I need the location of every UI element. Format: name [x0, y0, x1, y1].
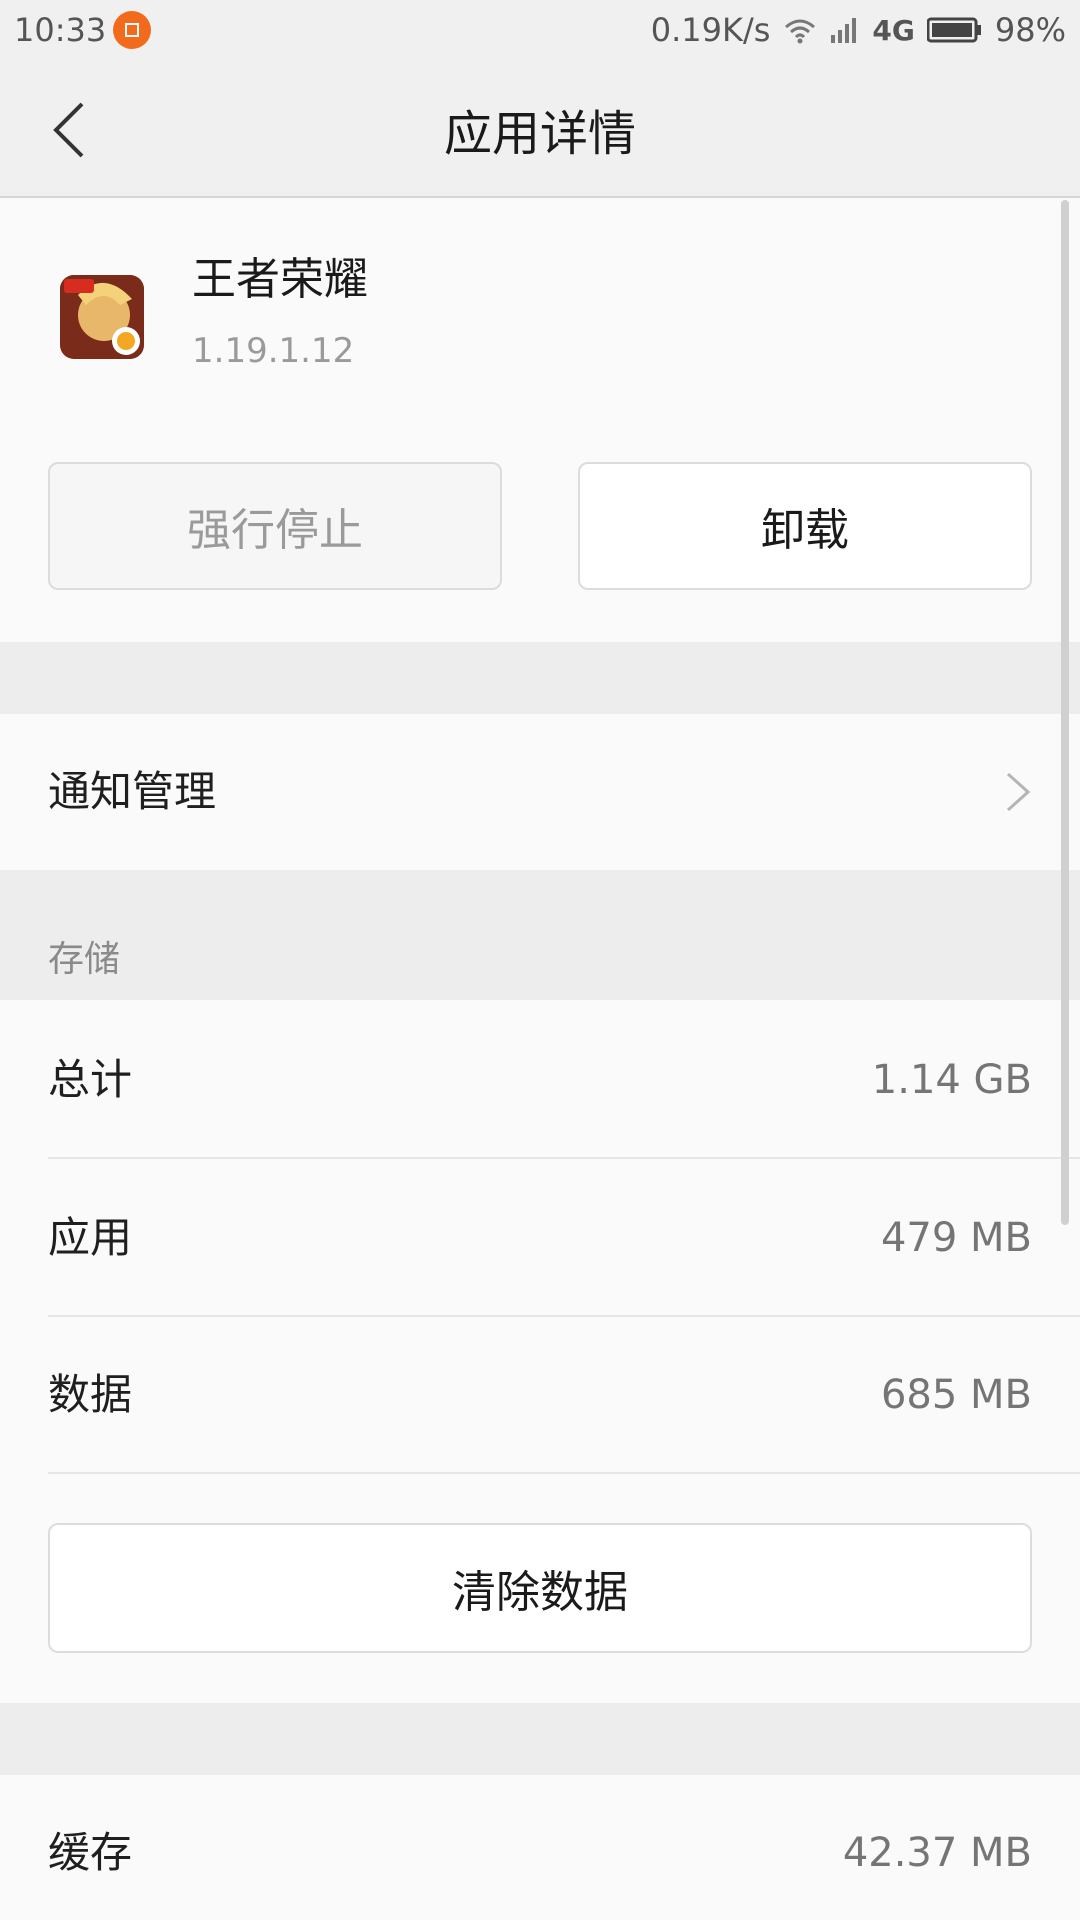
divider [48, 1157, 1080, 1159]
back-button[interactable] [36, 90, 100, 170]
network-type: 4G [872, 13, 915, 47]
clear-data-button[interactable]: 清除数据 [48, 1523, 1032, 1653]
force-stop-button[interactable]: 强行停止 [48, 462, 502, 590]
storage-list: 总计 1.14 GB 应用 479 MB 数据 685 MB [0, 1000, 1080, 1474]
storage-section-header [0, 870, 1080, 1000]
wifi-icon [782, 15, 818, 45]
storage-total-value: 1.14 GB [871, 1057, 1032, 1103]
app-name: 王者荣耀 [192, 254, 368, 305]
storage-data-label: 数据 [48, 1370, 133, 1419]
notification-management-label: 通知管理 [48, 767, 217, 816]
signal-icon [830, 15, 860, 45]
uninstall-button[interactable]: 卸载 [578, 462, 1032, 590]
battery-percent: 98% [994, 11, 1066, 49]
network-speed: 0.19K/s [650, 11, 771, 49]
chevron-right-icon [1006, 772, 1031, 812]
status-time: 10:33 [14, 11, 107, 49]
app-icon [60, 275, 144, 359]
storage-app-value: 479 MB [880, 1215, 1032, 1261]
status-indicators: 0.19K/s 4G 98% [651, 10, 1066, 50]
section-separator [0, 1703, 1080, 1775]
divider [48, 1472, 1080, 1474]
storage-section-title: 存储 [48, 939, 121, 980]
storage-data-value: 685 MB [880, 1372, 1032, 1418]
divider [48, 1315, 1080, 1317]
app-version: 1.19.1.12 [192, 331, 355, 371]
chevron-left-icon [53, 102, 84, 158]
notification-app-icon [113, 11, 151, 49]
cache-value: 42.37 MB [842, 1830, 1032, 1876]
scrollbar[interactable] [1061, 200, 1069, 1225]
notification-management-row[interactable]: 通知管理 [0, 714, 1080, 870]
storage-total-label: 总计 [48, 1055, 133, 1104]
page-title: 应用详情 [443, 106, 636, 162]
cache-row: 缓存 42.37 MB [0, 1775, 1080, 1920]
app-bar: 应用详情 [0, 62, 1080, 198]
cache-label: 缓存 [48, 1828, 133, 1877]
battery-icon [926, 16, 983, 44]
storage-app-label: 应用 [48, 1213, 133, 1262]
status-bar: 10:33 0.19K/s 4G 98% [0, 0, 1080, 62]
section-separator [0, 642, 1080, 714]
